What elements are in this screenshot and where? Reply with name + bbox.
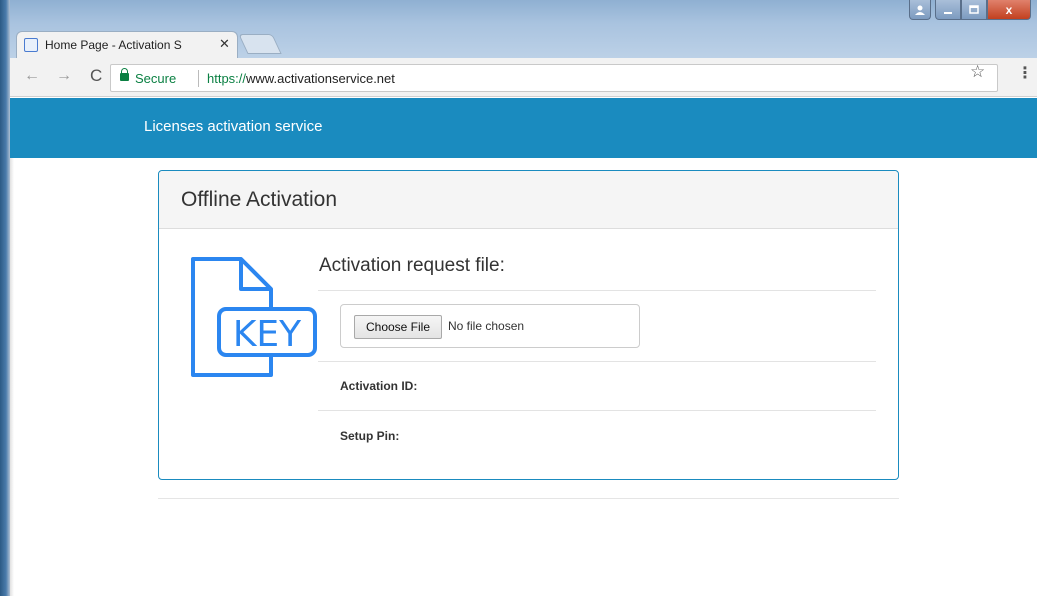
- choose-file-button[interactable]: Choose File: [354, 315, 442, 339]
- omnibox-separator: [198, 70, 199, 87]
- url-host: www.activationservice.net: [246, 71, 395, 86]
- page-footer-divider: [158, 498, 899, 499]
- tab-title: Home Page - Activation S: [45, 38, 182, 52]
- star-icon[interactable]: ☆: [970, 62, 985, 82]
- close-window-button[interactable]: x: [987, 0, 1031, 20]
- divider: [318, 290, 876, 291]
- key-icon-text: KEY: [233, 314, 302, 355]
- panel-title: Offline Activation: [181, 188, 338, 211]
- activation-id-label: Activation ID:: [340, 379, 418, 393]
- url-protocol: https://: [207, 71, 247, 86]
- lock-icon: [120, 68, 129, 81]
- window-left-edge: [0, 0, 10, 596]
- viewport-edge-shadow: [10, 158, 14, 596]
- browser-toolbar: ← → C Secure https://www.activationservi…: [10, 58, 1037, 97]
- section-title: Activation request file:: [319, 255, 505, 276]
- maximize-button[interactable]: [961, 0, 987, 20]
- browser-window: Home Page - Activation S ✕ x ← → C Secur…: [0, 0, 1037, 596]
- panel-heading: Offline Activation: [159, 171, 898, 229]
- setup-pin-label: Setup Pin:: [340, 429, 400, 443]
- divider: [318, 361, 876, 362]
- favicon-icon: [24, 38, 38, 52]
- profile-icon[interactable]: [909, 0, 931, 20]
- tab-close-icon[interactable]: ✕: [219, 36, 230, 52]
- forward-arrow-icon[interactable]: →: [56, 67, 72, 85]
- reload-icon[interactable]: C: [90, 66, 102, 86]
- back-arrow-icon[interactable]: ←: [24, 67, 40, 85]
- key-file-icon: KEY: [191, 257, 317, 377]
- secure-label: Secure: [135, 71, 177, 86]
- site-header: Licenses activation service: [10, 98, 1037, 158]
- window-controls: x: [909, 0, 1031, 20]
- divider: [318, 410, 876, 411]
- file-status-text: No file chosen: [448, 319, 525, 333]
- offline-activation-panel: Offline Activation KEY Activation reques…: [158, 170, 899, 480]
- menu-icon[interactable]: ⋮: [1017, 63, 1033, 83]
- address-bar[interactable]: Secure https://www.activationservice.net: [110, 64, 998, 92]
- site-brand[interactable]: Licenses activation service: [144, 118, 322, 135]
- file-input-wrapper[interactable]: Choose File No file chosen: [340, 304, 640, 348]
- url-text[interactable]: https://www.activationservice.net: [207, 71, 395, 86]
- tab-home-page[interactable]: Home Page - Activation S ✕: [16, 31, 238, 58]
- minimize-button[interactable]: [935, 0, 961, 20]
